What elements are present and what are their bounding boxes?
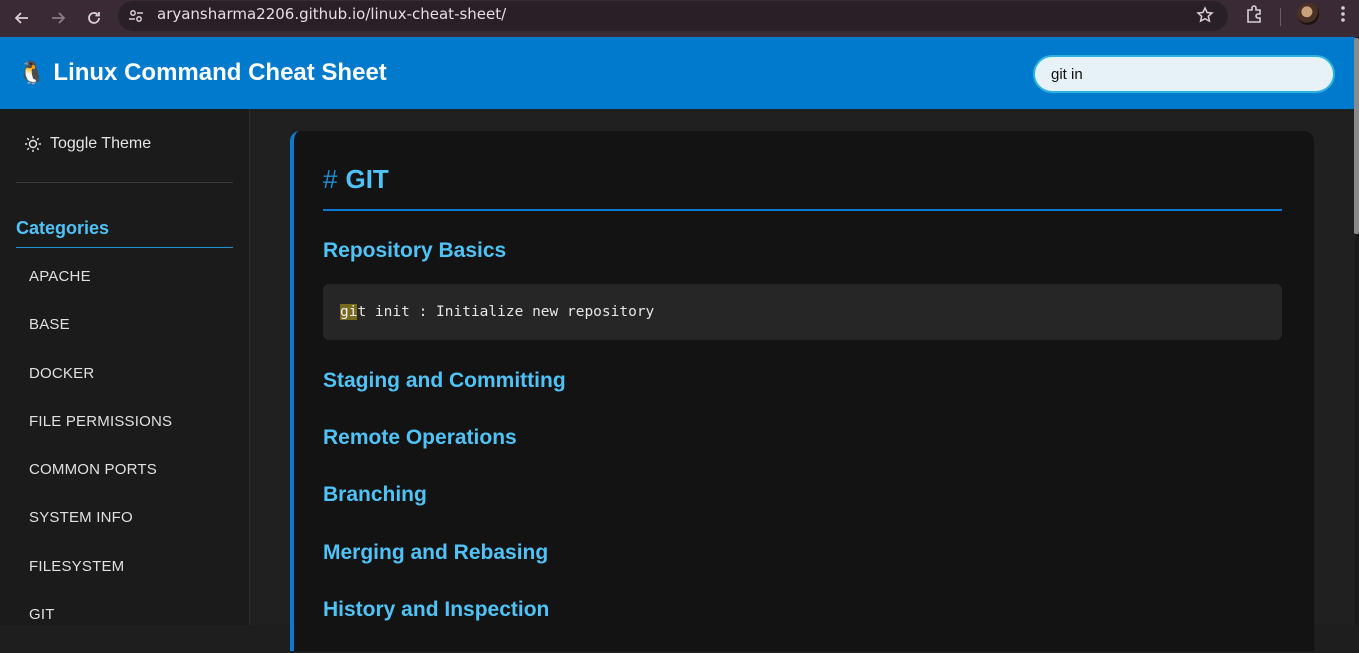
sidebar-item-base[interactable]: BASE: [0, 315, 249, 363]
toolbar-divider: [1280, 8, 1281, 26]
toggle-theme-label: Toggle Theme: [50, 135, 152, 152]
sidebar-item-git[interactable]: GIT: [0, 605, 249, 653]
subsection-branching[interactable]: Branching: [323, 483, 427, 507]
browser-toolbar: aryansharma2206.github.io/linux-cheat-sh…: [0, 0, 1359, 37]
profile-avatar[interactable]: [1297, 3, 1319, 25]
extensions-icon[interactable]: [1243, 4, 1265, 31]
search-highlight: gi: [340, 304, 358, 320]
search-input[interactable]: [1033, 55, 1335, 93]
sidebar-item-apache[interactable]: APACHE: [0, 267, 249, 315]
page-title-text: Linux Command Cheat Sheet: [53, 59, 387, 86]
section-hash: #: [323, 164, 338, 194]
reload-icon[interactable]: [80, 4, 108, 32]
git-section-card: # GIT Repository Basics git init : Initia…: [290, 131, 1314, 651]
subsection-staging-and-committing[interactable]: Staging and Committing: [323, 369, 566, 393]
sidebar-divider: [16, 182, 233, 183]
sun-icon: [25, 136, 41, 152]
bookmark-star-icon[interactable]: [1196, 6, 1214, 29]
category-list: APACHE BASE DOCKER FILE PERMISSIONS COMM…: [0, 267, 249, 653]
site-settings-icon[interactable]: [128, 8, 144, 29]
scrollbar-thumb[interactable]: [1354, 38, 1359, 234]
page-title: 🐧 Linux Command Cheat Sheet: [18, 37, 387, 109]
sidebar-item-docker[interactable]: DOCKER: [0, 364, 249, 412]
command-entry[interactable]: git init : Initialize new repository: [323, 284, 1282, 340]
subsection-history-and-inspection[interactable]: History and Inspection: [323, 598, 549, 622]
sidebar-item-common-ports[interactable]: COMMON PORTS: [0, 460, 249, 508]
command-text: t init : Initialize new repository: [357, 304, 655, 320]
sidebar: Toggle Theme Categories APACHE BASE DOCK…: [0, 109, 250, 625]
subsection-merging-and-rebasing[interactable]: Merging and Rebasing: [323, 541, 548, 565]
main-content: # GIT Repository Basics git init : Initia…: [250, 109, 1355, 651]
back-icon[interactable]: [8, 4, 36, 32]
section-title-text: GIT: [345, 164, 389, 194]
toggle-theme-button[interactable]: Toggle Theme: [24, 135, 151, 153]
sidebar-item-filesystem[interactable]: FILESYSTEM: [0, 557, 249, 605]
subsection-repository-basics[interactable]: Repository Basics: [323, 239, 506, 263]
app-header: 🐧 Linux Command Cheat Sheet: [0, 37, 1359, 109]
subsection-remote-operations[interactable]: Remote Operations: [323, 426, 517, 450]
section-title: # GIT: [323, 164, 1282, 211]
forward-icon[interactable]: [44, 4, 72, 32]
sidebar-item-file-permissions[interactable]: FILE PERMISSIONS: [0, 412, 249, 460]
url-text[interactable]: aryansharma2206.github.io/linux-cheat-sh…: [157, 1, 506, 28]
browser-menu-icon[interactable]: [1336, 4, 1350, 29]
penguin-icon: 🐧: [18, 60, 46, 85]
categories-heading: Categories: [16, 218, 233, 248]
address-bar[interactable]: aryansharma2206.github.io/linux-cheat-sh…: [118, 1, 1228, 31]
sidebar-item-system-info[interactable]: SYSTEM INFO: [0, 508, 249, 556]
